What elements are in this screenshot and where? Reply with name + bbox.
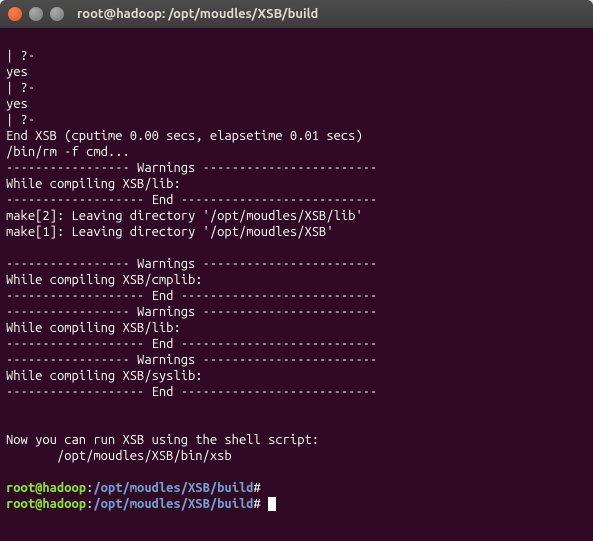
prompt-path: /opt/moudles/XSB/build xyxy=(93,497,253,511)
prompt-end: # xyxy=(254,497,261,511)
terminal-line: While compiling XSB/syslib: xyxy=(6,369,203,383)
terminal-line: | ?- xyxy=(6,81,35,95)
terminal-line: ------------------- End ----------------… xyxy=(6,385,377,399)
prompt-path: /opt/moudles/XSB/build xyxy=(93,481,253,495)
window-title: root@hadoop: /opt/moudles/XSB/build xyxy=(77,7,318,21)
terminal-line: yes xyxy=(6,97,28,111)
close-icon[interactable] xyxy=(8,7,22,21)
maximize-icon[interactable] xyxy=(50,7,64,21)
minimize-icon[interactable] xyxy=(29,7,43,21)
titlebar[interactable]: root@hadoop: /opt/moudles/XSB/build xyxy=(0,0,593,28)
terminal-line: | ?- xyxy=(6,113,35,127)
prompt-user-host: root@hadoop xyxy=(6,481,86,495)
prompt-end: # xyxy=(254,481,261,495)
terminal-line: While compiling XSB/lib: xyxy=(6,177,181,191)
prompt-line-1: root@hadoop:/opt/moudles/XSB/build# xyxy=(6,481,261,495)
terminal-line: /bin/rm -f cmd... xyxy=(6,145,130,159)
terminal-line: | ?- xyxy=(6,49,35,63)
terminal-line: ------------------- End ----------------… xyxy=(6,289,377,303)
terminal-line: While compiling XSB/cmplib: xyxy=(6,273,203,287)
terminal-body[interactable]: | ?- yes | ?- yes | ?- End XSB (cputime … xyxy=(0,28,593,541)
terminal-line: End XSB (cputime 0.00 secs, elapsetime 0… xyxy=(6,129,363,143)
terminal-line: yes xyxy=(6,65,28,79)
terminal-line: make[2]: Leaving directory '/opt/moudles… xyxy=(6,209,363,223)
terminal-line: Now you can run XSB using the shell scri… xyxy=(6,433,319,447)
terminal-line: ----------------- Warnings -------------… xyxy=(6,161,377,175)
prompt-line-2: root@hadoop:/opt/moudles/XSB/build# xyxy=(6,497,276,511)
terminal-line: While compiling XSB/lib: xyxy=(6,321,181,335)
terminal-line: ------------------- End ----------------… xyxy=(6,337,377,351)
cursor-icon xyxy=(268,497,276,511)
terminal-line: /opt/moudles/XSB/bin/xsb xyxy=(6,449,232,463)
terminal-line: ----------------- Warnings -------------… xyxy=(6,353,377,367)
terminal-line: make[1]: Leaving directory '/opt/moudles… xyxy=(6,225,334,239)
terminal-line: ------------------- End ----------------… xyxy=(6,193,377,207)
terminal-window: root@hadoop: /opt/moudles/XSB/build | ?-… xyxy=(0,0,593,541)
terminal-line: ----------------- Warnings -------------… xyxy=(6,305,377,319)
terminal-line: ----------------- Warnings -------------… xyxy=(6,257,377,271)
prompt-user-host: root@hadoop xyxy=(6,497,86,511)
